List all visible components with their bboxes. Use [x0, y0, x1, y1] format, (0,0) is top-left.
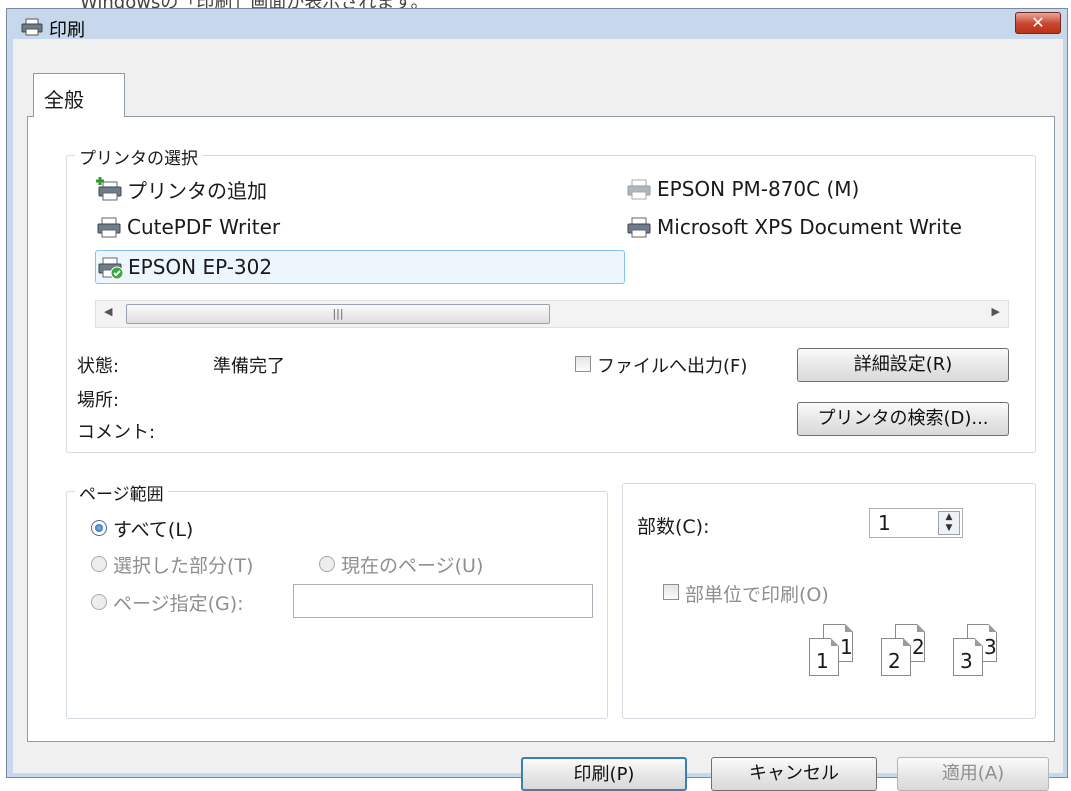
collate-page-number: 2 — [888, 649, 901, 673]
status-label: 状態: — [77, 356, 120, 377]
printer-icon — [21, 18, 43, 36]
page-range-pages-label: ページ指定(G): — [113, 593, 244, 615]
grip-icon: ||| — [332, 307, 344, 320]
page-range-current-label: 現在のページ(U) — [341, 555, 484, 577]
scroll-left-arrow-icon[interactable]: ◀ — [104, 305, 112, 318]
page-range-selection-radio[interactable] — [91, 556, 107, 572]
print-to-file-label: ファイルへ出力(F) — [597, 356, 748, 377]
printer-icon — [627, 179, 651, 200]
dialog-client: 全般 プリンタの選択 プリンタの追加 EPSON PM-870C (M) Cut… — [13, 39, 1063, 791]
printer-icon — [627, 217, 651, 238]
close-icon: ✕ — [1031, 13, 1045, 32]
status-value: 準備完了 — [213, 356, 285, 377]
copies-stepper[interactable]: 1 ▲ ▼ — [869, 508, 963, 538]
collate-page-number: 2 — [912, 635, 925, 659]
printer-name: プリンタの追加 — [127, 178, 267, 203]
printer-item-cutepdf[interactable]: CutePDF Writer — [95, 212, 280, 242]
collate-page-number: 1 — [816, 649, 829, 673]
printer-item-add-printer[interactable]: プリンタの追加 — [95, 174, 267, 204]
page-range-group: ページ範囲 すべて(L) 選択した部分(T) 現在のページ(U) ページ指定(G… — [66, 480, 608, 719]
page-range-all-label: すべて(L) — [113, 519, 194, 541]
printer-icon — [97, 217, 121, 238]
print-to-file-checkbox[interactable] — [575, 356, 591, 372]
page-range-current-radio[interactable] — [319, 556, 335, 572]
copies-value: 1 — [878, 511, 891, 535]
page-range-input[interactable] — [293, 584, 593, 618]
close-button[interactable]: ✕ — [1015, 12, 1061, 34]
collate-page-front: 1 1 — [809, 635, 853, 676]
copies-group: 部数(C): 1 ▲ ▼ 部単位で印刷(O) 1 1 2 2 3 3 — [622, 483, 1036, 719]
tab-general[interactable]: 全般 — [33, 73, 125, 117]
printer-item-microsoft-xps[interactable]: Microsoft XPS Document Write — [625, 212, 1035, 242]
printer-item-epson-pm870c[interactable]: EPSON PM-870C (M) — [625, 174, 859, 204]
page-range-all-radio[interactable] — [91, 520, 107, 536]
comment-label: コメント: — [77, 422, 156, 443]
spin-arrows-icon[interactable]: ▲ ▼ — [938, 511, 960, 535]
printer-list-scrollbar[interactable]: ◀ ||| ▶ — [95, 300, 1009, 328]
collate-label: 部単位で印刷(O) — [685, 584, 829, 606]
printer-select-label: プリンタの選択 — [75, 144, 202, 169]
default-printer-icon — [98, 257, 124, 280]
page-range-pages-radio[interactable] — [91, 594, 107, 610]
print-button[interactable]: 印刷(P) — [521, 757, 687, 791]
find-printer-button[interactable]: プリンタの検索(D)... — [797, 402, 1009, 436]
printer-item-epson-ep302[interactable]: EPSON EP-302 — [95, 250, 625, 284]
scroll-right-arrow-icon[interactable]: ▶ — [992, 305, 1000, 318]
apply-button[interactable]: 適用(A) — [897, 757, 1049, 791]
collate-page-number: 3 — [960, 649, 973, 673]
collate-checkbox[interactable] — [663, 584, 679, 600]
cancel-button[interactable]: キャンセル — [711, 757, 877, 791]
location-label: 場所: — [77, 390, 120, 411]
scrollbar-thumb[interactable]: ||| — [126, 304, 550, 324]
tab-panel-general: プリンタの選択 プリンタの追加 EPSON PM-870C (M) CutePD… — [27, 116, 1055, 742]
add-printer-icon — [96, 177, 122, 201]
printer-select-group: プリンタの選択 プリンタの追加 EPSON PM-870C (M) CutePD… — [66, 144, 1036, 453]
collate-page-front: 3 3 — [953, 635, 997, 676]
printer-name: EPSON EP-302 — [128, 255, 273, 279]
printer-name: Microsoft XPS Document Write — [657, 215, 962, 239]
copies-label: 部数(C): — [637, 516, 710, 538]
printer-name: CutePDF Writer — [127, 215, 281, 239]
print-dialog: 印刷 ✕ 全般 プリンタの選択 プリンタの追加 EPSON PM-870C (M… — [6, 8, 1068, 791]
page-range-label: ページ範囲 — [75, 480, 168, 505]
preferences-button[interactable]: 詳細設定(R) — [797, 348, 1009, 382]
collate-page-number: 3 — [984, 635, 997, 659]
page-range-selection-label: 選択した部分(T) — [113, 555, 254, 577]
collate-page-number: 1 — [840, 635, 853, 659]
collate-page-front: 2 2 — [881, 635, 925, 676]
printer-name: EPSON PM-870C (M) — [657, 177, 860, 201]
